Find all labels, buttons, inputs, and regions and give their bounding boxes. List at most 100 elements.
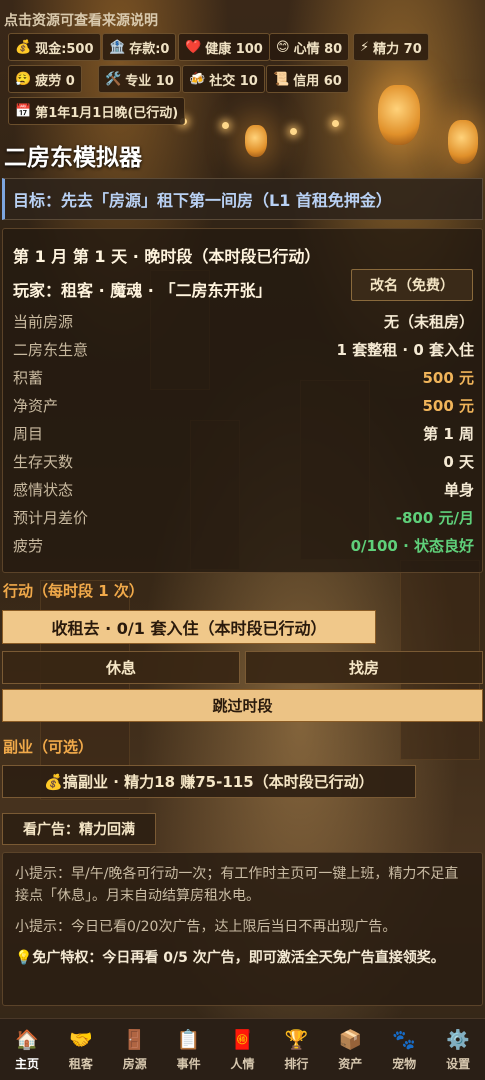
nav-label: 人情	[230, 1056, 255, 1071]
nav-events[interactable]: 📋 事件	[162, 1019, 216, 1080]
trophy-icon: 🏆	[284, 1028, 309, 1051]
row-label: 疲劳	[13, 536, 44, 555]
door-icon: 🚪	[122, 1028, 147, 1051]
bank-icon: 🏦	[109, 39, 126, 55]
heart-icon: ❤️	[185, 39, 202, 55]
row-label: 预计月差价	[13, 508, 89, 527]
stat-fatigue-label: 疲劳 0	[35, 73, 75, 89]
row-label: 当前房源	[13, 312, 74, 331]
date-chip[interactable]: 📅 第1年1月1日晚(已行动)	[8, 97, 186, 125]
handshake-icon: 🤝	[69, 1028, 93, 1051]
stat-social[interactable]: 🍻 社交 10	[182, 65, 265, 93]
row-value: 500 元	[422, 368, 474, 387]
tip-ad-free: 💡免广特权：今日再看 0/5 次广告，即可激活全天免广告直接领奖。	[15, 950, 445, 966]
side-job-section-label: 副业（可选）	[3, 738, 94, 756]
money-bag-icon: 💰	[15, 39, 32, 55]
red-envelope-icon: 🧧	[230, 1028, 255, 1051]
nav-label: 资产	[338, 1056, 363, 1071]
nav-settings[interactable]: ⚙️ 设置	[431, 1019, 485, 1080]
nav-label: 宠物	[392, 1056, 417, 1071]
calendar-icon: 📅	[15, 103, 32, 119]
stat-row-business: 二房东生意 1 套整租 · 0 套入住	[13, 337, 474, 361]
row-value: 单身	[443, 480, 474, 499]
clipboard-icon: 📋	[176, 1028, 201, 1051]
stat-credit-label: 信用 60	[293, 73, 342, 89]
tip-ads: 小提示：今日已看0/20次广告，达上限后当日不再出现广告。	[15, 919, 397, 935]
stat-mood-label: 心情 80	[293, 41, 343, 57]
paw-icon: 🐾	[392, 1028, 417, 1051]
player-info: 玩家：租客 · 魔魂 · 「二房东开张」	[13, 281, 272, 300]
watch-ad-button[interactable]: 看广告：精力回满	[2, 813, 156, 845]
nav-home[interactable]: 🏠 主页	[0, 1019, 54, 1080]
stat-row-monthly-diff: 预计月差价 -800 元/月	[13, 505, 474, 529]
stat-row-relationship: 感情状态 单身	[13, 477, 474, 501]
find-house-button[interactable]: 找房	[245, 651, 483, 684]
stat-health[interactable]: ❤️ 健康 100	[178, 33, 270, 61]
tip-actions: 小提示：早/午/晚各可行动一次；有工作时主页可一键上班，精力不足直接点「休息」。…	[15, 866, 459, 904]
row-value: 第 1 周	[423, 424, 474, 443]
tools-icon: 🛠️	[105, 71, 122, 87]
row-value: 无（未租房）	[383, 312, 474, 331]
time-heading: 第 1 月 第 1 天 · 晚时段（本时段已行动）	[13, 247, 321, 266]
smile-icon: 😊	[276, 39, 290, 55]
rest-button[interactable]: 休息	[2, 651, 240, 684]
nav-label: 排行	[284, 1056, 309, 1071]
stat-row-survival-days: 生存天数 0 天	[13, 449, 474, 473]
stat-health-label: 健康 100	[205, 41, 263, 57]
row-label: 周目	[13, 424, 44, 443]
goal-banner[interactable]: 目标：先去「房源」租下第一间房（L1 首租免押金）	[2, 178, 483, 220]
status-panel: 第 1 月 第 1 天 · 晚时段（本时段已行动） 玩家：租客 · 魔魂 · 「…	[2, 228, 483, 573]
stat-cash[interactable]: 💰 现金:500	[8, 33, 101, 61]
side-job-button[interactable]: 💰搞副业 · 精力18 赚75-115（本时段已行动）	[2, 765, 416, 798]
stat-profession[interactable]: 🛠️ 专业 10	[98, 65, 181, 93]
row-label: 净资产	[13, 396, 59, 415]
nav-label: 主页	[14, 1056, 39, 1071]
stat-row-fatigue: 疲劳 0/100 · 状态良好	[13, 533, 474, 557]
stat-social-label: 社交 10	[209, 73, 258, 89]
row-value: -800 元/月	[395, 508, 474, 527]
scroll-icon: 📜	[273, 71, 290, 87]
row-label: 感情状态	[13, 480, 74, 499]
nav-pets[interactable]: 🐾 宠物	[377, 1019, 431, 1080]
bottom-nav: 🏠 主页 🤝 租客 🚪 房源 📋 事件 🧧 人情 🏆 排行 📦 资产 🐾 宠物 …	[0, 1018, 485, 1080]
skip-period-button[interactable]: 跳过时段	[2, 689, 483, 722]
actions-section-label: 行动（每时段 1 次）	[3, 582, 144, 600]
stat-energy[interactable]: ⚡ 精力 70	[353, 33, 429, 61]
nav-tenants[interactable]: 🤝 租客	[54, 1019, 108, 1080]
stat-row-savings: 积蓄 500 元	[13, 365, 474, 389]
stat-row-net-worth: 净资产 500 元	[13, 393, 474, 417]
row-label: 生存天数	[13, 452, 74, 471]
stat-energy-label: 精力 70	[373, 41, 422, 57]
stat-credit[interactable]: 📜 信用 60	[266, 65, 349, 93]
nav-ranking[interactable]: 🏆 排行	[269, 1019, 323, 1080]
gear-icon: ⚙️	[446, 1028, 470, 1051]
nav-label: 房源	[122, 1056, 147, 1071]
nav-label: 事件	[176, 1056, 201, 1071]
row-value: 500 元	[422, 396, 474, 415]
nav-assets[interactable]: 📦 资产	[323, 1019, 377, 1080]
collect-rent-button[interactable]: 收租去 · 0/1 套入住（本时段已行动）	[2, 610, 376, 644]
row-label: 二房东生意	[13, 340, 89, 359]
stat-row-listing: 当前房源 无（未租房）	[13, 309, 474, 333]
package-icon: 📦	[338, 1028, 363, 1051]
app-title: 二房东模拟器	[4, 145, 142, 171]
stat-deposit[interactable]: 🏦 存款:0	[102, 33, 177, 61]
stat-cash-label: 现金:500	[35, 41, 94, 57]
rename-button[interactable]: 改名（免费）	[351, 269, 473, 301]
row-value: 0 天	[443, 452, 474, 471]
stat-deposit-label: 存款:0	[129, 41, 170, 57]
row-label: 积蓄	[13, 368, 44, 387]
beer-icon: 🍻	[189, 71, 206, 87]
row-value: 1 套整租 · 0 套入住	[336, 340, 474, 359]
nav-favors[interactable]: 🧧 人情	[216, 1019, 270, 1080]
nav-listings[interactable]: 🚪 房源	[108, 1019, 162, 1080]
home-icon: 🏠	[15, 1028, 39, 1051]
tired-face-icon: 😮‍💨	[15, 71, 32, 87]
stat-mood[interactable]: 😊 心情 80	[269, 33, 350, 61]
stat-fatigue[interactable]: 😮‍💨 疲劳 0	[8, 65, 82, 93]
nav-label: 设置	[446, 1056, 471, 1071]
stat-profession-label: 专业 10	[125, 73, 174, 89]
row-value: 0/100 · 状态良好	[350, 536, 474, 555]
resource-hint: 点击资源可查看来源说明	[4, 13, 158, 29]
tips-panel: 小提示：早/午/晚各可行动一次；有工作时主页可一键上班，精力不足直接点「休息」。…	[2, 852, 483, 1006]
